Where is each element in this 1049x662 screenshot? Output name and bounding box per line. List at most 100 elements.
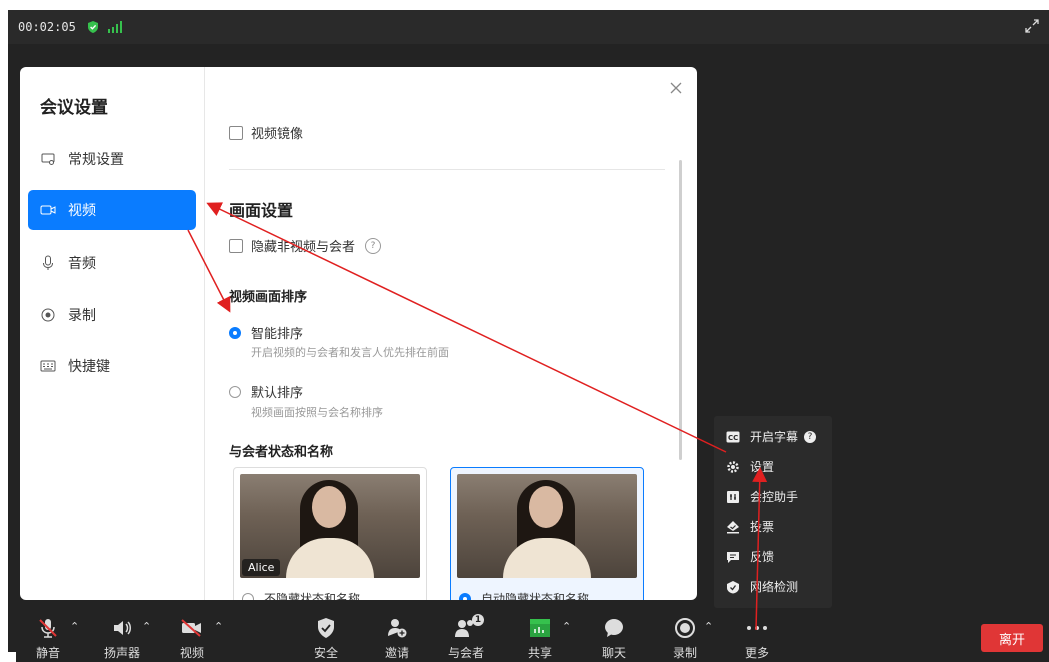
menu-item-captions[interactable]: CC 开启字幕 ? (726, 428, 817, 445)
video-off-icon (180, 616, 204, 640)
speaker-button[interactable]: 扬声器 (104, 616, 140, 661)
toolbar-label: 与会者 (448, 646, 485, 660)
menu-item-settings[interactable]: 设置 (726, 458, 774, 475)
participants-icon: 1 (454, 614, 484, 640)
sort-option-smart[interactable]: 智能排序 (229, 323, 303, 342)
divider (229, 169, 665, 170)
sort-option-label: 默认排序 (251, 386, 304, 401)
sidebar-item-video[interactable]: 视频 (28, 190, 196, 230)
sidebar-item-recording[interactable]: 录制 (28, 295, 196, 335)
menu-item-label: 反馈 (750, 550, 775, 564)
menu-item-network-check[interactable]: 网络检测 (726, 578, 798, 595)
participants-badge: 1 (472, 614, 484, 626)
radio-button[interactable] (242, 592, 254, 600)
radio-button[interactable] (229, 385, 241, 398)
sort-option-default[interactable]: 默认排序 (229, 382, 303, 401)
speaker-icon (111, 616, 133, 640)
chat-button[interactable]: 聊天 (602, 616, 626, 661)
dialog-title: 会议设置 (40, 98, 108, 118)
settings-sidebar: 会议设置 常规设置 视频 音频 录制 快捷键 (20, 67, 205, 600)
monitor-icon (40, 151, 56, 167)
video-mirror-checkbox[interactable] (229, 125, 243, 140)
top-bar: 00:02:05 (8, 10, 1049, 44)
chevron-up-icon[interactable]: ⌃ (704, 620, 713, 633)
toolbar-label: 共享 (528, 646, 553, 660)
sort-title: 视频画面排序 (229, 290, 308, 305)
cc-icon: CC (726, 430, 740, 444)
menu-item-label: 投票 (750, 520, 775, 534)
control-assistant-icon (726, 490, 740, 504)
menu-item-control-assistant[interactable]: 会控助手 (726, 488, 798, 505)
participant-name-tag: Alice (242, 559, 281, 576)
toolbar-label: 扬声器 (104, 646, 141, 660)
participant-video-thumbnail (457, 474, 637, 578)
video-camera-icon (40, 202, 56, 218)
card-option[interactable]: 自动隐藏状态和名称 (459, 590, 589, 600)
help-icon[interactable]: ? (365, 237, 382, 254)
card-option-label: 不隐藏状态和名称 (264, 592, 361, 600)
chevron-up-icon[interactable]: ⌃ (70, 620, 79, 633)
record-icon (40, 307, 56, 323)
video-mirror-label: 视频镜像 (251, 127, 304, 142)
menu-item-vote[interactable]: 投票 (726, 518, 774, 535)
toolbar-label: 邀请 (385, 646, 410, 660)
sidebar-item-shortcuts[interactable]: 快捷键 (28, 346, 196, 386)
radio-button-selected[interactable] (229, 326, 241, 339)
feedback-icon (726, 550, 740, 564)
toolbar-label: 视频 (180, 646, 205, 660)
card-option[interactable]: 不隐藏状态和名称 (242, 590, 360, 600)
leave-button[interactable]: 离开 (981, 624, 1043, 652)
chevron-up-icon[interactable]: ⌃ (142, 620, 151, 633)
hide-non-video-label: 隐藏非视频与会者 (251, 240, 356, 255)
share-icon (529, 616, 551, 640)
meeting-timer: 00:02:05 (18, 20, 76, 34)
sidebar-item-label: 视频 (68, 203, 96, 219)
more-menu: CC 开启字幕 ? 设置 会控助手 投票 反馈 网络检测 (714, 416, 832, 608)
radio-button-selected[interactable] (459, 592, 471, 600)
fullscreen-icon[interactable] (1023, 17, 1041, 35)
scrollbar[interactable] (679, 160, 682, 460)
status-card-auto-hide[interactable]: 自动隐藏状态和名称 (450, 467, 644, 600)
status-card-show[interactable]: Alice 不隐藏状态和名称 (233, 467, 427, 600)
signal-strength-icon (107, 21, 122, 33)
status-title: 与会者状态和名称 (229, 445, 334, 460)
section-title: 画面设置 (229, 201, 294, 220)
sidebar-item-general[interactable]: 常规设置 (28, 139, 196, 179)
sidebar-item-audio[interactable]: 音频 (28, 243, 196, 283)
shield-icon (316, 616, 336, 640)
menu-item-label: 设置 (750, 460, 775, 474)
keyboard-icon (40, 358, 56, 374)
record-icon (674, 616, 696, 640)
menu-item-feedback[interactable]: 反馈 (726, 548, 774, 565)
mic-muted-icon (37, 616, 59, 640)
security-shield-icon[interactable] (86, 20, 100, 34)
help-icon[interactable]: ? (804, 430, 817, 443)
video-button[interactable]: 视频 (180, 616, 204, 661)
microphone-icon (40, 255, 56, 271)
sidebar-item-label: 快捷键 (68, 359, 110, 375)
close-icon[interactable] (669, 81, 683, 95)
participants-button[interactable]: 1 与会者 (448, 614, 485, 661)
hide-non-video-checkbox[interactable] (229, 238, 243, 253)
network-check-icon (726, 580, 740, 594)
invite-button[interactable]: 邀请 (385, 616, 409, 661)
card-option-label: 自动隐藏状态和名称 (481, 592, 590, 600)
bottom-toolbar: 静音 ⌃ 扬声器 ⌃ 视频 ⌃ 安全 邀请 1 与会者 共享 ⌃ 聊天 录制 ⌃… (16, 610, 1049, 662)
chevron-up-icon[interactable]: ⌃ (214, 620, 223, 633)
chevron-up-icon[interactable]: ⌃ (562, 620, 571, 633)
mute-button[interactable]: 静音 (36, 616, 60, 661)
toolbar-label: 聊天 (602, 646, 627, 660)
menu-item-label: 开启字幕 (750, 430, 799, 444)
menu-item-label: 会控助手 (750, 490, 799, 504)
video-mirror-option[interactable]: 视频镜像 (229, 123, 303, 142)
more-button[interactable]: 更多 (745, 616, 769, 661)
gear-icon (726, 460, 740, 474)
security-button[interactable]: 安全 (314, 616, 338, 661)
record-button[interactable]: 录制 (673, 616, 697, 661)
sidebar-item-label: 常规设置 (68, 152, 124, 168)
sort-option-desc: 开启视频的与会者和发言人优先排在前面 (251, 346, 449, 359)
hide-non-video-option[interactable]: 隐藏非视频与会者 ? (229, 236, 382, 255)
share-button[interactable]: 共享 (528, 616, 552, 661)
settings-dialog: 会议设置 常规设置 视频 音频 录制 快捷键 视频镜像 画面设置 隐藏非视频与会… (20, 67, 697, 600)
menu-item-label: 网络检测 (750, 580, 799, 594)
